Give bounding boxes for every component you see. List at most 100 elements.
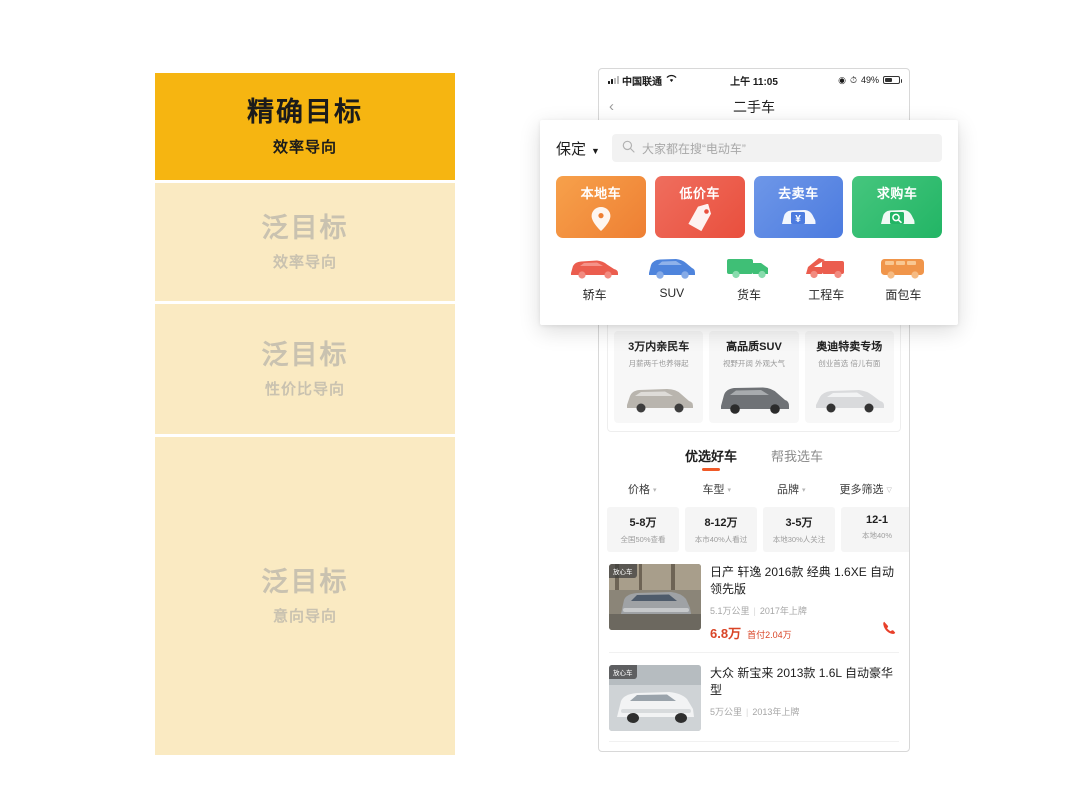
listing-mileage: 5.1万公里 [710, 606, 750, 617]
truck-icon [710, 252, 787, 282]
suv-icon [633, 252, 710, 282]
car-search-icon [852, 204, 942, 228]
price-chip[interactable]: 5-8万 全国50%查看 [607, 507, 679, 552]
price-chip-subtitle: 全国50%查看 [620, 535, 666, 544]
promo-car-photo [713, 373, 794, 415]
pyramid-level-2-subtitle: 性价比导向 [264, 381, 345, 399]
pyramid-level-1-title: 泛目标 [261, 212, 349, 243]
price-chip-title: 12-1 [865, 514, 889, 526]
alarm-clock-icon: ⏱ [849, 74, 857, 85]
listing-mileage: 5万公里 [710, 707, 743, 718]
promo-card[interactable]: 高品质SUV 视野开阔 外观大气 [709, 331, 799, 423]
nav-bar: ‹ 二手车 [599, 91, 909, 123]
pyramid-level-0-subtitle: 效率导向 [272, 138, 337, 156]
car-money-icon: ¥ [754, 204, 844, 228]
pyramid-level-2: 泛目标 性价比导向 [155, 304, 455, 434]
action-card-label: 本地车 [580, 186, 622, 201]
listing-item[interactable]: 放心车 大众 新宝来 2013款 1.6L 自动豪华型 5万公里 | 2013年上牌 [609, 665, 899, 743]
wifi-icon [666, 74, 677, 86]
chevron-down-icon: ▾ [652, 487, 657, 495]
map-pin-icon [556, 204, 646, 232]
vehicle-type-jiaoche[interactable]: 轿车 [556, 252, 633, 303]
action-card-quimaiche[interactable]: 去卖车 ¥ [753, 176, 844, 238]
listing-tabs: 优选好车 帮我选车 [599, 446, 909, 471]
listing-info: 日产 轩逸 2016款 经典 1.6XE 自动领先版 5.1万公里 | 2017年上… [710, 564, 899, 642]
listing-year: 2017年上牌 [759, 606, 807, 617]
chevron-down-icon: ▼ [591, 145, 600, 156]
search-placeholder: 大家都在搜“电动车” [641, 141, 746, 156]
filter-label: 品牌 [776, 484, 799, 496]
tab-bangwoxuanche[interactable]: 帮我选车 [771, 446, 823, 471]
filter-label: 价格 [627, 484, 650, 496]
listing-item[interactable]: 放心车 日产 轩逸 2016款 经典 1.6XE 自动领先版 5.1万公里 | 20… [609, 564, 899, 654]
price-chip[interactable]: 12-1 本地40% [841, 507, 909, 552]
pyramid-level-3: 泛目标 意向导向 [155, 437, 455, 755]
search-input[interactable]: 大家都在搜“电动车” [611, 134, 942, 162]
tab-label: 帮我选车 [771, 449, 824, 464]
city-selector[interactable]: 保定 ▼ [556, 138, 600, 159]
tab-youxuanhaoche[interactable]: 优选好车 [685, 446, 737, 471]
promo-subtitle: 创业首选 倍儿有面 [818, 359, 881, 368]
tow-truck-icon [788, 252, 865, 282]
phone-call-icon[interactable] [881, 620, 897, 640]
promo-subtitle: 月薪两千也养得起 [628, 359, 689, 368]
status-bar-right: ◉ ⏱ 49% [838, 74, 902, 86]
battery-icon [883, 76, 902, 84]
van-icon [865, 252, 942, 282]
listing-year: 2013年上牌 [752, 707, 800, 718]
filter-label: 更多筛选 [839, 484, 884, 496]
price-tag-icon [655, 204, 745, 232]
pyramid-level-0-title: 精确目标 [247, 97, 363, 128]
listing-thumbnail: 放心车 [609, 564, 701, 630]
promo-car-photo [618, 373, 699, 415]
vehicle-type-label: 货车 [737, 288, 762, 302]
action-card-dijiache[interactable]: 低价车 [654, 176, 745, 238]
status-bar: 中国联通 上午 11:05 ◉ ⏱ 49% [599, 69, 909, 91]
promo-card[interactable]: 奥迪特卖专场 创业首选 倍儿有面 [804, 331, 894, 423]
sedan-icon [556, 252, 633, 282]
listing-info: 大众 新宝来 2013款 1.6L 自动豪华型 5万公里 | 2013年上牌 [710, 665, 899, 731]
vehicle-type-label: SUV [659, 286, 685, 300]
vehicle-type-row: 轿车 SUV 货车 工程车 面包车 [556, 252, 942, 303]
listing-title: 日产 轩逸 2016款 经典 1.6XE 自动领先版 [710, 565, 895, 597]
action-card-label: 求购车 [876, 186, 918, 201]
listing-price-row: 6.8万 首付2.04万 [710, 623, 899, 642]
filter-more[interactable]: 更多筛选 ▽ [829, 481, 904, 497]
pyramid-level-3-subtitle: 意向导向 [272, 608, 337, 626]
filter-brand[interactable]: 品牌 ▾ [754, 481, 829, 497]
price-chip[interactable]: 3-5万 本地30%人关注 [763, 507, 835, 552]
promo-title: 3万内亲民车 [628, 341, 690, 353]
pyramid-level-1: 泛目标 效率导向 [155, 183, 455, 301]
search-icon [622, 140, 635, 156]
vehicle-type-huoche[interactable]: 货车 [710, 252, 787, 303]
price-chip-subtitle: 本地30%人关注 [772, 535, 826, 544]
search-row: 保定 ▼ 大家都在搜“电动车” [556, 134, 942, 162]
price-chip-title: 3-5万 [785, 517, 813, 529]
action-card-bendiche[interactable]: 本地车 [556, 176, 646, 238]
filter-cartype[interactable]: 车型 ▾ [680, 481, 755, 497]
filter-price[interactable]: 价格 ▾ [605, 481, 680, 497]
promo-car-photo [809, 373, 890, 415]
listing-price: 6.8万 [710, 626, 742, 642]
chevron-left-icon[interactable]: ‹ [609, 98, 614, 115]
listing-thumbnail: 放心车 [609, 665, 701, 732]
signal-bars-icon [608, 76, 619, 84]
pyramid-level-1-subtitle: 效率导向 [272, 254, 337, 272]
promo-card[interactable]: 3万内亲民车 月薪两千也养得起 [614, 331, 704, 423]
city-label: 保定 [556, 140, 587, 158]
chevron-down-icon: ▾ [801, 487, 806, 495]
status-bar-left: 中国联通 [608, 73, 677, 88]
meta-separator: | [746, 707, 749, 718]
action-card-qiugouche[interactable]: 求购车 [852, 176, 942, 238]
vehicle-type-suv[interactable]: SUV [633, 252, 710, 303]
vehicle-type-mianbaoche[interactable]: 面包车 [865, 252, 942, 303]
price-chip-row[interactable]: 5-8万 全国50%查看 8-12万 本市40%人看过 3-5万 本地30%人关… [605, 507, 909, 552]
promo-title: 高品质SUV [726, 341, 782, 353]
price-chip-subtitle: 本市40%人看过 [694, 535, 748, 544]
screenshot-root: 精确目标 效率导向 泛目标 效率导向 泛目标 性价比导向 泛目标 意向导向 中国… [0, 0, 1080, 806]
price-chip[interactable]: 8-12万 本市40%人看过 [685, 507, 757, 552]
vehicle-type-gongchengche[interactable]: 工程车 [788, 252, 865, 303]
location-arrow-icon: ◉ [838, 74, 846, 85]
vehicle-type-label: 面包车 [885, 288, 922, 302]
price-chip-title: 5-8万 [629, 517, 657, 529]
